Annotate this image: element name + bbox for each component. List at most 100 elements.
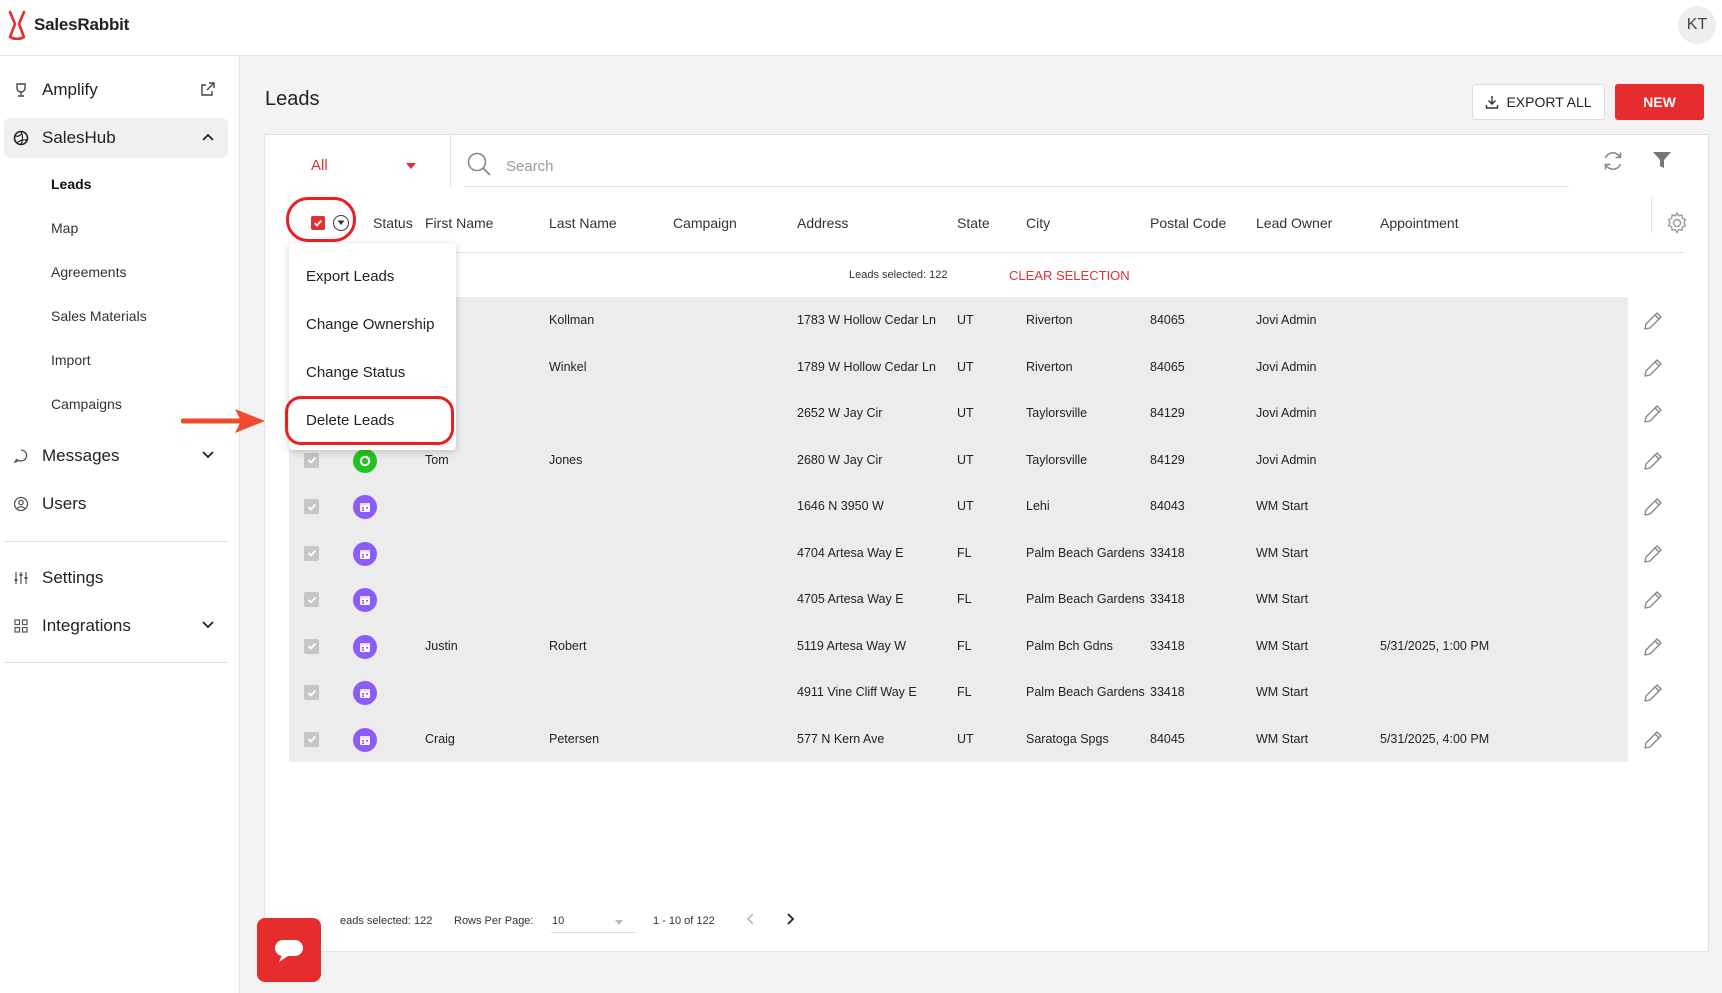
sidebar-item-integrations[interactable]: Integrations (4, 606, 228, 646)
row-checkbox[interactable] (304, 545, 319, 561)
col-campaign[interactable]: Campaign (673, 215, 737, 231)
cell-state: UT (957, 359, 974, 374)
edit-pencil-icon[interactable] (1641, 402, 1665, 431)
table-row[interactable]: 4911 Vine Cliff Way E FL Palm Beach Garden… (289, 669, 1684, 716)
table-row[interactable]: 4704 Artesa Way E FL Palm Beach Gardens 334… (289, 529, 1684, 576)
edit-pencil-icon[interactable] (1641, 681, 1665, 710)
refresh-icon[interactable] (1601, 149, 1625, 178)
checkmark-icon (307, 456, 316, 464)
table-row[interactable]: 1646 N 3950 W UT Lehi 84043 WM Start (289, 483, 1684, 530)
cell-postal-code: 84129 (1150, 406, 1185, 420)
bulk-actions-menu: Export Leads Change Ownership Change Sta… (289, 243, 456, 450)
col-address[interactable]: Address (797, 215, 848, 231)
menu-item-delete-leads[interactable]: Delete Leads (306, 412, 394, 429)
rabbit-logo-icon (8, 10, 26, 40)
table-body: thKollman1783 W Hollow Cedar LnUTRiverto… (289, 297, 1684, 762)
table-row[interactable]: thKollman1783 W Hollow Cedar LnUTRiverto… (289, 297, 1684, 344)
col-postal-code[interactable]: Postal Code (1150, 215, 1226, 231)
caret-down-icon (337, 220, 345, 225)
chat-support-button[interactable] (257, 918, 321, 982)
row-checkbox[interactable] (304, 685, 319, 700)
export-all-button[interactable]: EXPORT ALL (1472, 84, 1605, 120)
edit-pencil-icon[interactable] (1641, 635, 1665, 664)
pagination-range: 1 - 10 of 122 (653, 915, 715, 927)
sidebar-divider (4, 662, 228, 663)
edit-pencil-icon[interactable] (1641, 356, 1665, 385)
search-input[interactable] (506, 158, 1406, 175)
edit-pencil-icon[interactable] (1641, 728, 1665, 757)
edit-pencil-icon[interactable] (1641, 588, 1665, 617)
grid-icon (12, 617, 30, 635)
sidebar-sub-campaigns[interactable]: Campaigns (51, 396, 122, 412)
col-state[interactable]: State (957, 215, 990, 231)
status-calendar-icon[interactable] (353, 541, 377, 566)
user-avatar[interactable]: KT (1678, 6, 1716, 44)
col-last-name[interactable]: Last Name (549, 215, 617, 231)
checkmark-icon (307, 549, 316, 557)
table-row[interactable]: eighWinkel1789 W Hollow Cedar LnUTRivert… (289, 343, 1684, 390)
search-box (464, 147, 1569, 187)
sidebar-sub-sales-materials[interactable]: Sales Materials (51, 308, 147, 324)
status-calendar-icon[interactable] (353, 588, 377, 612)
sidebar-sub-agreements[interactable]: Agreements (51, 264, 126, 280)
cell-state: FL (957, 545, 972, 560)
menu-item-change-ownership[interactable]: Change Ownership (306, 316, 434, 333)
row-checkbox[interactable] (304, 731, 319, 747)
table-row[interactable]: Justin Robert 5119 Artesa Way W FL Palm Bch … (289, 622, 1684, 669)
status-refresh-icon[interactable] (353, 448, 377, 473)
sidebar-sub-map[interactable]: Map (51, 220, 78, 236)
filter-funnel-icon[interactable] (1651, 149, 1673, 176)
sidebar-item-saleshub[interactable]: SalesHub (4, 118, 228, 158)
menu-item-export-leads[interactable]: Export Leads (306, 268, 394, 285)
rows-per-page-select[interactable]: 10 (551, 907, 635, 933)
checkmark-icon (307, 503, 316, 511)
sidebar-item-messages[interactable]: Messages (4, 436, 228, 476)
col-city[interactable]: City (1026, 215, 1050, 231)
status-calendar-icon[interactable] (353, 681, 377, 705)
table-row[interactable]: Tom Jones 2680 W Jay Cir UT Taylorsville 8412… (289, 436, 1684, 483)
col-first-name[interactable]: First Name (425, 215, 493, 231)
cell-state: FL (957, 638, 972, 653)
table-row[interactable]: 4705 Artesa Way E FL Palm Beach Gardens 334… (289, 576, 1684, 623)
new-lead-button[interactable]: NEW (1615, 84, 1704, 120)
column-settings-gear-icon[interactable] (1665, 211, 1689, 240)
sidebar-sub-import[interactable]: Import (51, 352, 91, 368)
sidebar-item-label: Amplify (42, 80, 98, 99)
row-checkbox[interactable] (304, 592, 319, 607)
cell-lead-owner: WM Start (1256, 638, 1309, 653)
row-checkbox[interactable] (304, 499, 319, 514)
sidebar-item-users[interactable]: Users (4, 484, 228, 524)
cell-first-name: Tom (425, 452, 449, 467)
status-calendar-icon[interactable] (353, 495, 377, 519)
row-checkbox[interactable] (304, 452, 319, 468)
col-appointment[interactable]: Appointment (1380, 215, 1459, 231)
sidebar-item-amplify[interactable]: Amplify (4, 70, 228, 110)
col-status[interactable]: Status (373, 215, 413, 231)
table-footer: eads selected: 122 Rows Per Page: 10 1 -… (289, 905, 1684, 935)
edit-pencil-icon[interactable] (1641, 309, 1665, 338)
cell-lead-owner: WM Start (1256, 731, 1309, 746)
sidebar-item-settings[interactable]: Settings (4, 558, 228, 598)
lead-filter-select[interactable]: All (306, 145, 436, 185)
app-logo[interactable]: SalesRabbit (6, 10, 129, 40)
cell-lead-owner: WM Start (1256, 685, 1309, 699)
bulk-actions-dropdown[interactable] (333, 215, 349, 231)
edit-pencil-icon[interactable] (1641, 542, 1665, 571)
checkmark-icon (307, 735, 316, 743)
cell-last-name: Petersen (549, 731, 600, 746)
status-calendar-icon[interactable] (353, 634, 377, 659)
cell-postal-code: 33418 (1150, 638, 1185, 653)
clear-selection-button[interactable]: CLEAR SELECTION (1009, 268, 1130, 283)
menu-item-change-status[interactable]: Change Status (306, 364, 405, 381)
prev-page-chevron-icon[interactable] (744, 911, 758, 930)
next-page-chevron-icon[interactable] (783, 911, 797, 930)
status-calendar-icon[interactable] (353, 727, 377, 752)
sidebar-sub-leads[interactable]: Leads (51, 176, 91, 192)
edit-pencil-icon[interactable] (1641, 495, 1665, 524)
col-lead-owner[interactable]: Lead Owner (1256, 215, 1332, 231)
table-row[interactable]: Craig Petersen 577 N Kern Ave UT Saratoga Sp… (289, 715, 1684, 762)
table-row[interactable]: 2652 W Jay Cir UT Taylorsville 84129 Jovi Ad… (289, 390, 1684, 437)
edit-pencil-icon[interactable] (1641, 449, 1665, 478)
select-all-checkbox[interactable] (311, 216, 325, 230)
row-checkbox[interactable] (304, 638, 319, 654)
